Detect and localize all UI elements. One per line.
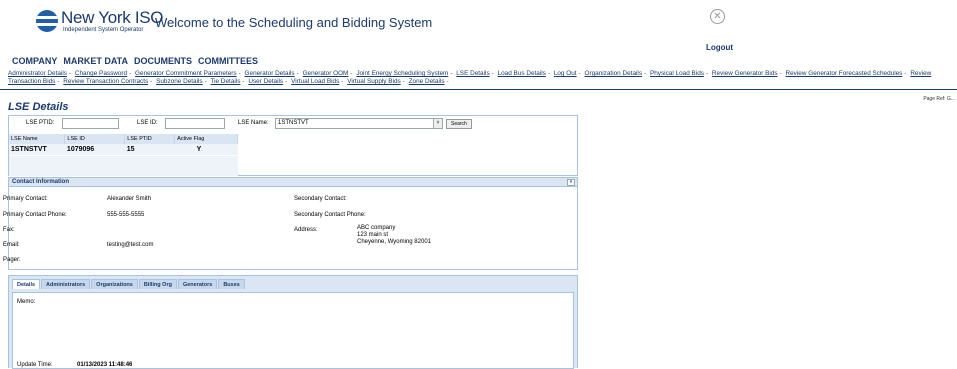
chevron-down-icon[interactable]: ˅ [433,119,442,128]
col-active-flag[interactable]: Active Flag [174,134,238,144]
update-time-value: 01/13/2023 11:48:46 [77,362,133,368]
link-virtual-supply-bids[interactable]: Virtual Supply Bids [347,78,401,85]
lse-name-select[interactable]: 1STNSTVT ˅ [275,118,443,129]
link-subzone-details[interactable]: Subzone Details [156,78,203,85]
address-line-2: 123 main st [357,232,389,238]
tab-billing-org[interactable]: Billing Org [138,279,177,289]
primary-contact-label: Primary Contact: [3,196,48,202]
collapse-icon[interactable]: » [567,179,575,186]
tab-organizations[interactable]: Organizations [91,279,138,289]
logout-link[interactable]: Logout [706,43,733,52]
header: New York ISO Independent System Operator… [0,0,957,52]
page-title: LSE Details [8,101,69,113]
table-header-row: LSE Name LSE ID LSE PTID Active Flag [9,134,238,144]
secondary-phone-label: Secondary Contact Phone: [294,212,366,218]
address-line-3: Cheyenne, Wyoming 82001 [357,239,431,245]
cell-active-flag: Y [174,144,238,155]
lse-name-value: 1STNSTVT [278,120,309,126]
link-lse-details[interactable]: LSE Details [456,70,489,77]
col-lse-ptid[interactable]: LSE PTID [124,134,176,144]
link-log-out[interactable]: Log Out [554,70,577,77]
fax-label: Fax: [3,227,15,233]
nav-committees[interactable]: COMMITTEES [198,56,258,66]
email-value: testing@test.com [107,242,154,248]
tab-details[interactable]: Details [12,279,41,289]
lse-name-label: LSE Name: [238,120,269,126]
memo-label: Memo: [17,299,36,305]
nav-market-data[interactable]: MARKET DATA [63,56,128,66]
search-row: LSE PTID: LSE ID: LSE Name: 1STNSTVT ˅ S… [9,116,577,131]
primary-phone-value: 555-555-5555 [107,212,145,218]
lse-search-panel: LSE PTID: LSE ID: LSE Name: 1STNSTVT ˅ S… [8,115,578,176]
link-review-generator-forecasted-schedules[interactable]: Review Generator Forecasted Schedules [786,70,903,77]
primary-contact-value: Alexander Smith [107,196,152,202]
lse-id-input[interactable] [165,118,225,129]
page-links: Administrator Details - Change Password - … [8,70,932,85]
tab-buses[interactable]: Buses [218,279,245,289]
welcome-title: Welcome to the Scheduling and Bidding Sy… [155,15,433,30]
link-load-bus-details[interactable]: Load Bus Details [498,70,546,77]
lse-ptid-input[interactable] [62,118,119,129]
address-label: Address: [294,227,318,233]
link-change-password[interactable]: Change Password [75,70,127,77]
primary-phone-label: Primary Contact Phone: [3,212,67,218]
cell-lse-ptid: 15 [124,144,175,155]
link-tie-details[interactable]: Tie Details [210,78,240,85]
contact-panel-title: Contact Information [12,179,69,185]
col-lse-id[interactable]: LSE ID [64,134,126,144]
details-tab-body: Memo: Update Time: 01/13/2023 11:48:46 [12,292,574,369]
lse-results-table: LSE Name LSE ID LSE PTID Active Flag 1ST… [9,134,238,155]
close-icon[interactable]: ✕ [710,9,725,24]
secondary-contact-label: Secondary Contact: [294,196,347,202]
logo-subtitle: Independent System Operator [63,27,144,33]
tab-bar: Details Administrators Organizations Bil… [9,276,577,290]
lse-id-label: LSE ID: [137,120,158,126]
globe-icon [36,10,58,32]
main-nav: COMPANY MARKET DATA DOCUMENTS COMMITTEES [12,56,258,66]
link-review-transaction-contracts[interactable]: Review Transaction Contracts [63,78,148,85]
pager-label: Pager: [3,257,21,263]
link-generator-oom[interactable]: Generator OOM [303,70,349,77]
results-empty-area [9,156,238,176]
link-organization-details[interactable]: Organization Details [584,70,642,77]
lse-tabs-panel: Details Administrators Organizations Bil… [8,275,578,369]
cell-lse-id: 1079096 [64,144,125,155]
table-row[interactable]: 1STNSTVT 1079096 15 Y [9,144,238,155]
email-label: Email: [3,242,20,248]
page-ref: Page Ref: G... [923,96,955,102]
link-zone-details[interactable]: Zone Details [409,78,445,85]
link-generator-commitment-parameters[interactable]: Generator Commitment Parameters [135,70,237,77]
link-generator-details[interactable]: Generator Details [245,70,295,77]
link-user-details[interactable]: User Details [248,78,283,85]
address-line-1: ABC company [357,225,396,231]
col-lse-name[interactable]: LSE Name [9,134,66,144]
contact-information-panel: Contact Information » Primary Contact: A… [3,177,578,270]
tab-generators[interactable]: Generators [177,279,218,289]
link-review-generator-bids[interactable]: Review Generator Bids [712,70,778,77]
nyiso-logo[interactable]: New York ISO Independent System Operator [36,8,164,33]
link-virtual-load-bids[interactable]: Virtual Load Bids [291,78,339,85]
contact-panel-header: Contact Information » [9,178,577,187]
nav-documents[interactable]: DOCUMENTS [134,56,192,66]
nav-company[interactable]: COMPANY [12,56,57,66]
update-time-label: Update Time: [17,362,53,368]
link-physical-load-bids[interactable]: Physical Load Bids [650,70,704,77]
cell-lse-name: 1STNSTVT [9,144,65,155]
link-joint-energy-scheduling-system[interactable]: Joint Energy Scheduling System [356,70,448,77]
link-administrator-details[interactable]: Administrator Details [8,70,67,77]
tab-administrators[interactable]: Administrators [41,279,91,289]
search-button[interactable]: Search [446,119,472,129]
header-divider [0,89,957,90]
logo-name: New York ISO [61,8,164,27]
lse-ptid-label: LSE PTID: [26,120,55,126]
